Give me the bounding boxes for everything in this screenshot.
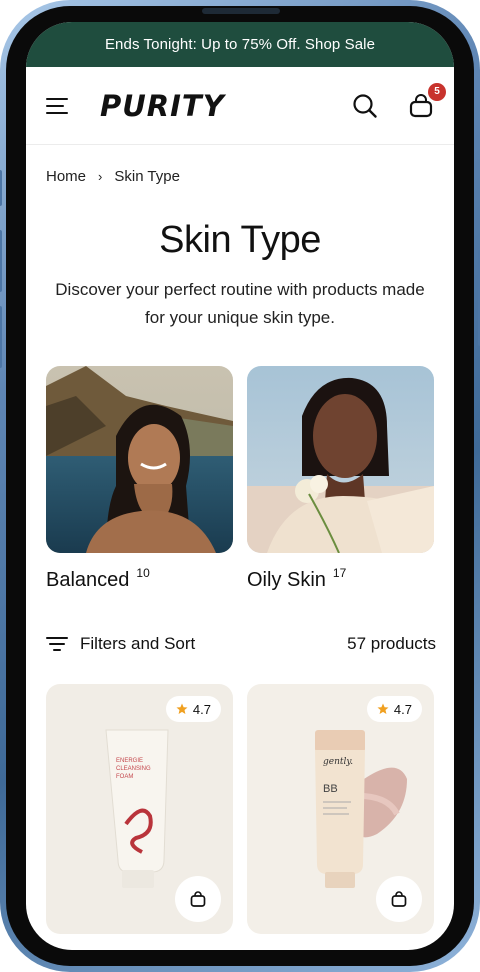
rating-value: 4.7 bbox=[393, 701, 412, 717]
cart-button[interactable]: 5 bbox=[408, 82, 446, 119]
announcement-bar[interactable]: Ends Tonight: Up to 75% Off. Shop Sale bbox=[26, 22, 454, 67]
menu-icon[interactable] bbox=[46, 96, 70, 116]
announcement-text[interactable]: Ends Tonight: Up to 75% Off. Shop Sale bbox=[105, 36, 375, 53]
cart-count-badge: 5 bbox=[428, 82, 446, 101]
category-card-balanced[interactable]: Balanced 10 bbox=[46, 366, 233, 592]
bag-icon bbox=[391, 891, 407, 907]
rating-badge: 4.7 bbox=[366, 696, 422, 722]
filter-bar: Filters and Sort 57 products bbox=[26, 624, 454, 664]
page-description: Discover your perfect routine with produ… bbox=[55, 280, 425, 327]
category-image-balanced[interactable] bbox=[46, 366, 233, 553]
add-to-cart-button[interactable] bbox=[175, 876, 221, 922]
category-count: 10 bbox=[136, 566, 150, 580]
rating-value: 4.7 bbox=[192, 701, 211, 717]
product-card[interactable]: gently. BB 4.7 bbox=[247, 684, 434, 934]
breadcrumb-current: Skin Type bbox=[114, 167, 180, 185]
phone-frame: Ends Tonight: Up to 75% Off. Shop Sale P… bbox=[0, 0, 480, 972]
site-header: PURITY 5 bbox=[26, 67, 454, 145]
filters-and-sort-button[interactable]: Filters and Sort bbox=[46, 634, 195, 654]
svg-text:FOAM: FOAM bbox=[116, 774, 133, 780]
search-icon[interactable] bbox=[352, 93, 378, 119]
product-brand: gently. bbox=[323, 757, 353, 767]
star-icon bbox=[377, 703, 389, 714]
rating-badge: 4.7 bbox=[165, 696, 221, 722]
add-to-cart-button[interactable] bbox=[376, 876, 422, 922]
category-image-oily-skin[interactable] bbox=[247, 366, 434, 553]
product-card[interactable]: ENERGIE CLEANSING FOAM 4.7 bbox=[46, 684, 233, 934]
svg-text:CLEANSING: CLEANSING bbox=[116, 766, 151, 772]
category-grid: Balanced 10 Oily Skin 17 bbox=[26, 366, 454, 592]
filter-label[interactable]: Filters and Sort bbox=[80, 634, 195, 654]
category-label[interactable]: Balanced bbox=[46, 569, 129, 592]
product-count: 57 products bbox=[347, 634, 436, 653]
logo[interactable]: PURITY bbox=[100, 89, 225, 123]
breadcrumb-separator: › bbox=[98, 168, 103, 184]
category-card-oily-skin[interactable]: Oily Skin 17 bbox=[247, 366, 434, 592]
breadcrumb-home[interactable]: Home bbox=[46, 168, 86, 185]
category-count: 17 bbox=[332, 566, 347, 580]
product-grid: ENERGIE CLEANSING FOAM 4.7 gently. BB 4.… bbox=[26, 684, 454, 934]
svg-text:BB: BB bbox=[323, 783, 338, 795]
bag-icon bbox=[190, 891, 206, 907]
star-icon bbox=[176, 703, 188, 714]
filter-icon bbox=[46, 637, 68, 651]
screen: Ends Tonight: Up to 75% Off. Shop Sale P… bbox=[26, 22, 454, 950]
speaker-grille bbox=[202, 8, 280, 14]
category-label[interactable]: Oily Skin bbox=[247, 569, 326, 592]
breadcrumb: Home › Skin Type bbox=[26, 145, 454, 207]
svg-text:ENERGIE: ENERGIE bbox=[116, 758, 143, 764]
page-title: Skin Type bbox=[159, 219, 321, 261]
